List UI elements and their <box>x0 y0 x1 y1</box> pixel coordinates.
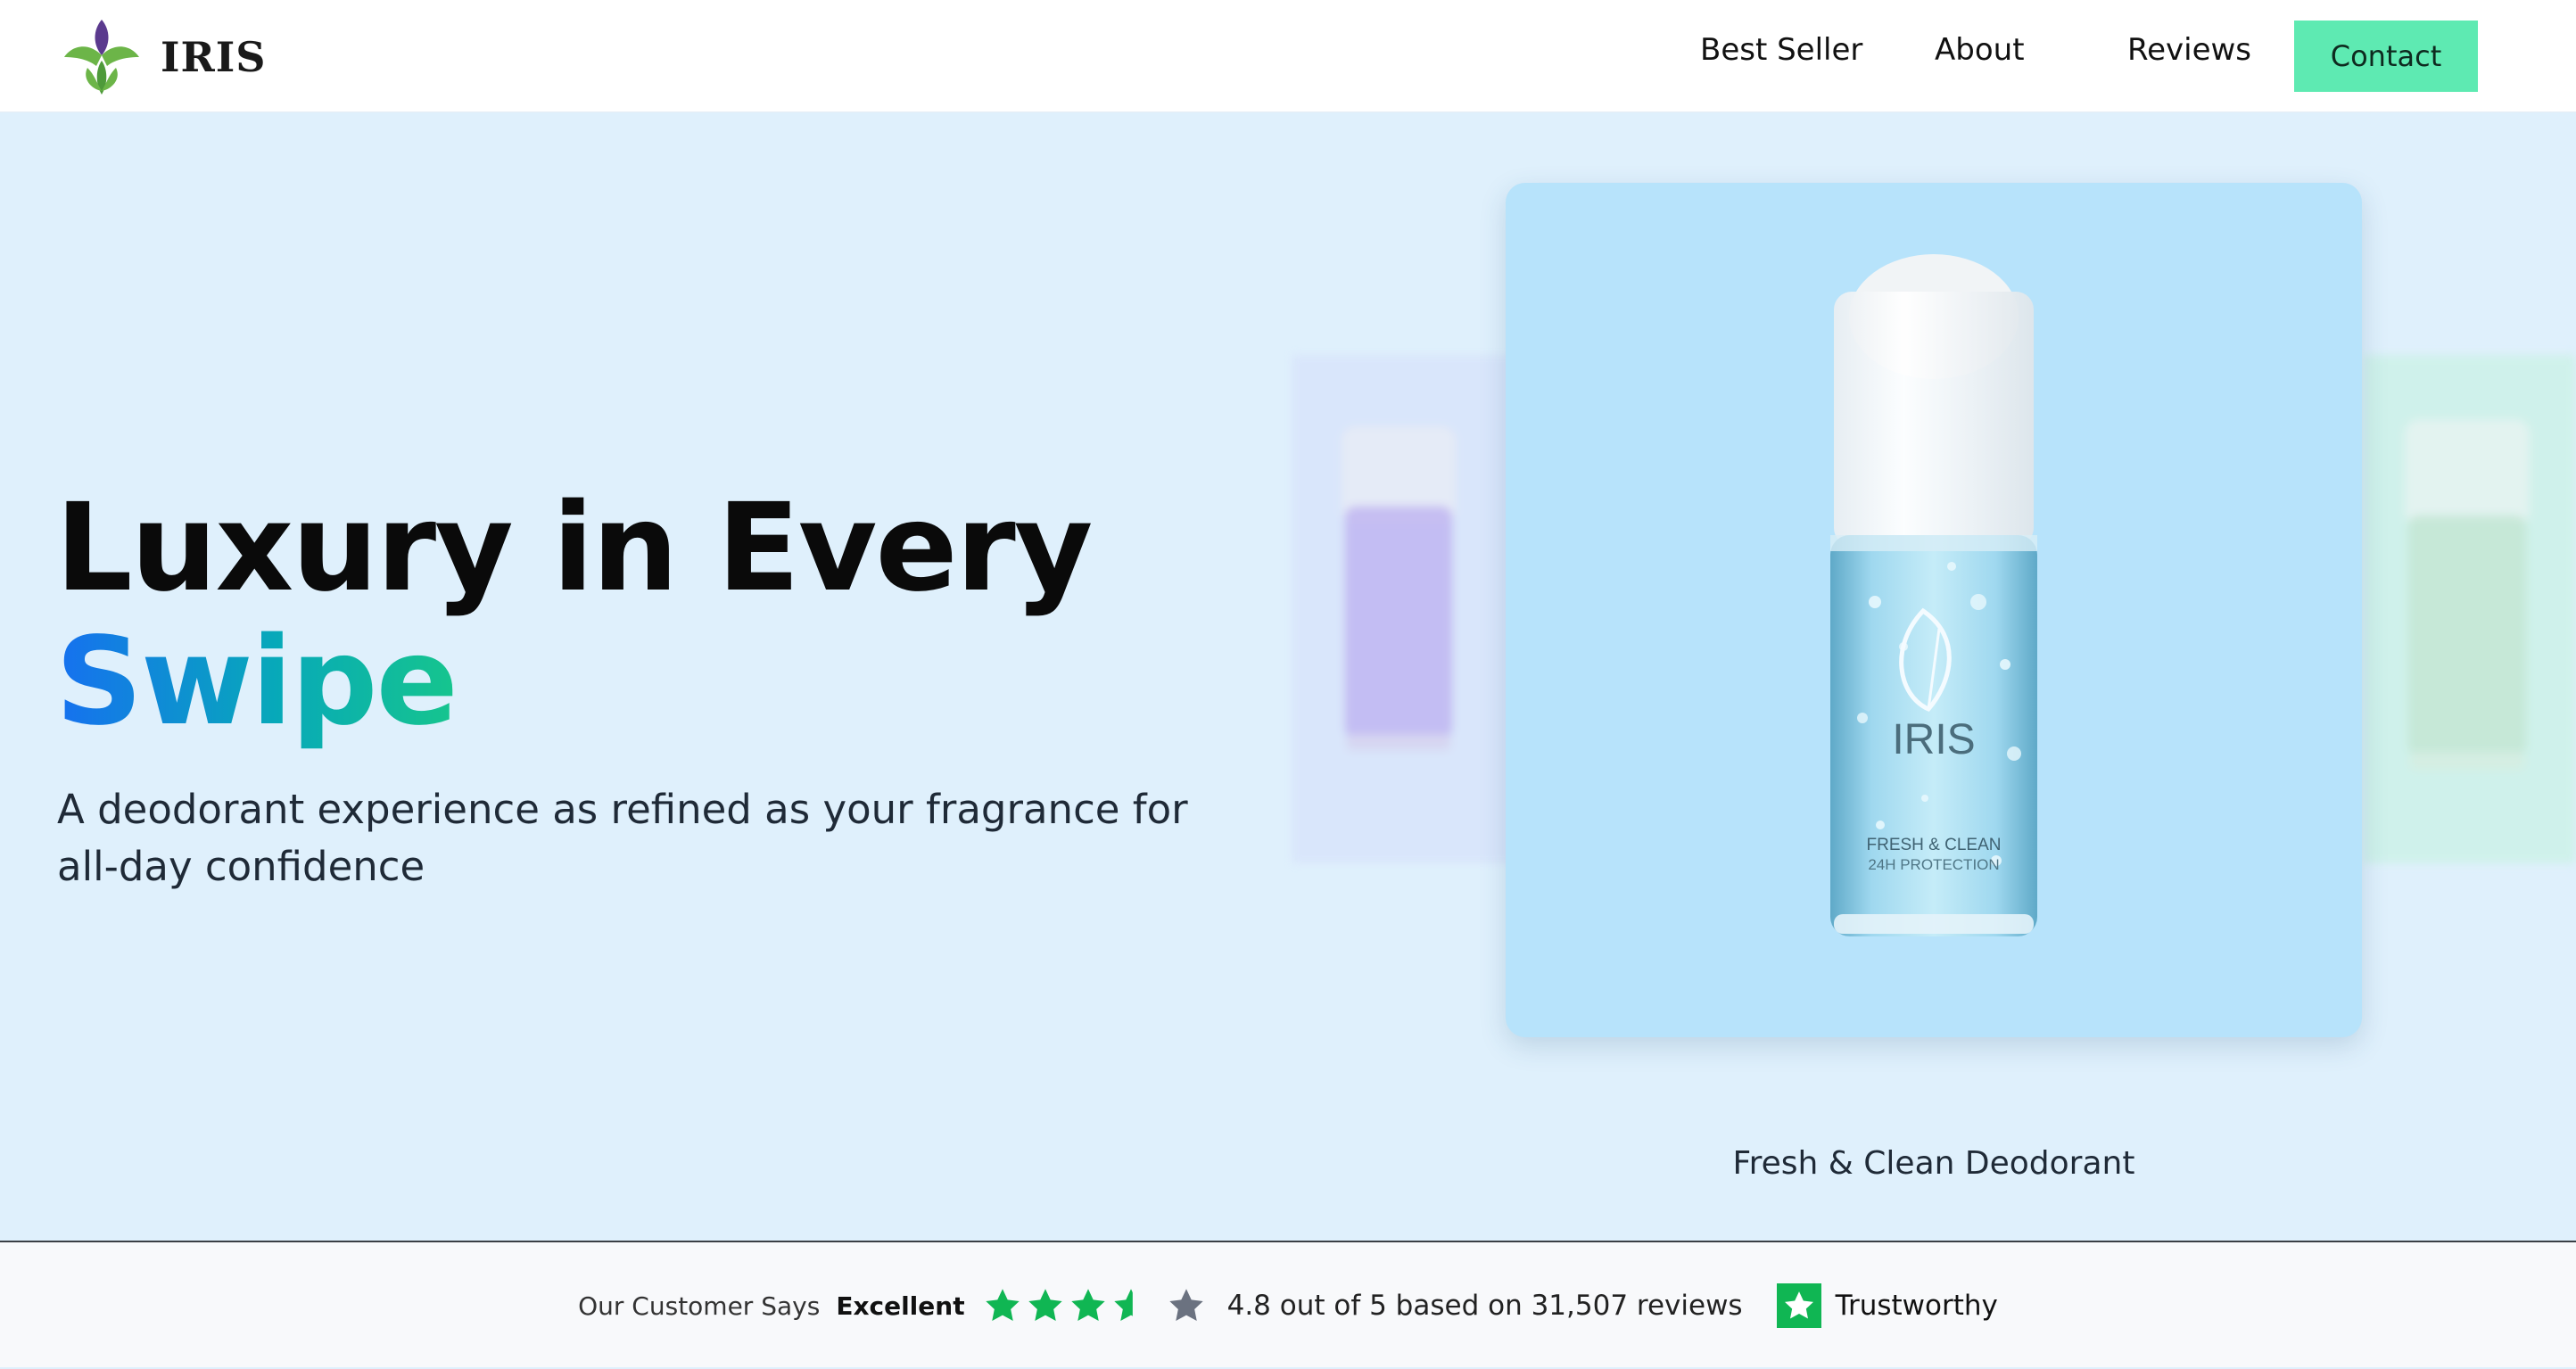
bottle-line1-text: FRESH & CLEAN <box>1867 836 2002 854</box>
site-header: IRIS Best Seller About Reviews Contact <box>0 0 2576 112</box>
hero-title: Luxury in Every Swipe <box>55 482 1093 749</box>
nav-best-seller[interactable]: Best Seller <box>1700 32 1862 68</box>
nav-reviews[interactable]: Reviews <box>2127 32 2251 68</box>
rating-summary: 4.8 out of 5 based on 31,507 reviews <box>1226 1290 1743 1322</box>
nav-about[interactable]: About <box>1935 32 2025 68</box>
brand-logo[interactable]: IRIS <box>61 16 266 98</box>
bottle-line2-text: 24H PROTECTION <box>1868 856 1999 873</box>
carousel-next-card[interactable] <box>2364 355 2576 863</box>
star-empty-icon <box>1168 1289 1203 1322</box>
bottle-brand-text: IRIS <box>1892 716 1975 763</box>
trust-bar-content: Our Customer Says Excellent 4.8 out of 5… <box>0 1242 2576 1369</box>
trustpilot-badge[interactable] <box>1776 1283 1821 1328</box>
fresh-clean-deodorant-image: IRIS FRESH & CLEAN 24H PROTECTION <box>1830 254 2037 936</box>
star-filled-icon <box>1028 1289 1062 1322</box>
carousel-previous-card[interactable] <box>1292 355 1523 863</box>
trustworthy-label: Trustworthy <box>1835 1290 1998 1322</box>
featured-product-card[interactable]: IRIS FRESH & CLEAN 24H PROTECTION <box>1506 183 2362 1037</box>
trustpilot-star-icon <box>1784 1291 1813 1319</box>
star-filled-icon <box>1070 1289 1105 1322</box>
green-deodorant-image <box>2405 419 2530 770</box>
hero-subtitle: A deodorant experience as refined as you… <box>57 786 1188 890</box>
featured-product-name: Fresh & Clean Deodorant <box>1732 1145 2135 1182</box>
star-filled-icon <box>985 1289 1020 1322</box>
customer-says-label: Our Customer Says <box>578 1291 821 1321</box>
brand-name: IRIS <box>161 33 267 81</box>
star-rating <box>983 1286 1210 1325</box>
trust-bar: Our Customer Says Excellent 4.8 out of 5… <box>0 1241 2576 1367</box>
iris-flower-icon <box>64 20 139 95</box>
rating-word: Excellent <box>836 1291 965 1321</box>
hero-title-accent: Swipe <box>55 612 458 753</box>
contact-button[interactable]: Contact <box>2294 21 2478 92</box>
hero-title-line1: Luxury in Every <box>55 478 1093 619</box>
star-half-icon <box>1113 1289 1133 1322</box>
lavender-deodorant-image <box>1342 426 1456 750</box>
